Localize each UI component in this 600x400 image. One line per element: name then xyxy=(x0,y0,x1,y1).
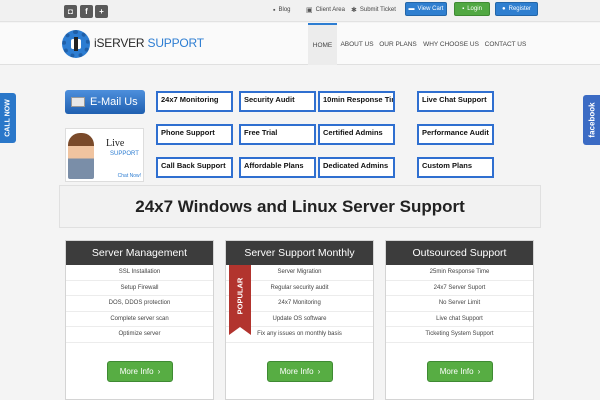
envelope-icon xyxy=(71,97,85,107)
logo-part1: iSERVER xyxy=(94,36,145,50)
lock-icon: ▪ xyxy=(462,6,465,12)
service-box: Call Back Support xyxy=(156,157,233,178)
service-box: 24x7 Monitoring xyxy=(156,91,233,112)
facebook-icon[interactable]: f xyxy=(80,5,93,18)
plan-features: SSL Installation Setup Firewall DOS, DDO… xyxy=(66,265,213,343)
facebook-tab[interactable]: facebook xyxy=(583,95,600,145)
login-button[interactable]: ▪ Login xyxy=(454,2,490,16)
plan-feature: Setup Firewall xyxy=(66,281,213,296)
plan-feature: Optimize server xyxy=(66,327,213,343)
blog-label: Blog xyxy=(278,7,291,13)
more-info-button[interactable]: More Info › xyxy=(427,361,493,382)
register-label: Register xyxy=(508,6,531,12)
blog-link[interactable]: ▪ Blog xyxy=(273,4,291,16)
logo-text[interactable]: iSERVER SUPPORT xyxy=(94,36,204,50)
plan-feature: 24x7 Server Suport xyxy=(386,281,533,296)
email-us-button[interactable]: E-Mail Us xyxy=(65,90,145,114)
more-info-label: More Info xyxy=(439,367,474,376)
plan-card-outsourced-support: Outsourced Support 25min Response Time 2… xyxy=(385,240,534,400)
plan-feature: DOS, DDOS protection xyxy=(66,296,213,312)
plan-title: Outsourced Support xyxy=(386,241,533,265)
plan-card-server-support-monthly: Server Support Monthly Server Migration … xyxy=(225,240,374,400)
service-box: Live Chat Support xyxy=(417,91,494,112)
plan-title: Server Support Monthly xyxy=(226,241,373,265)
popular-label: POPULAR xyxy=(235,277,245,315)
more-info-label: More Info xyxy=(279,367,314,376)
nav-contact-us[interactable]: CONTACT US xyxy=(483,23,528,65)
chat-now-link[interactable]: Chat Now! xyxy=(118,173,141,179)
more-info-button[interactable]: More Info › xyxy=(267,361,333,382)
chevron-right-icon: › xyxy=(477,367,481,376)
cart-icon: ▬ xyxy=(408,6,415,12)
plan-feature: Ticketing System Support xyxy=(386,327,533,343)
view-cart-label: View Cart xyxy=(417,6,444,12)
service-box: 10min Response Time xyxy=(318,91,395,112)
service-box: Free Trial xyxy=(239,124,316,145)
instagram-icon[interactable]: ◘ xyxy=(64,5,77,18)
live-support-banner[interactable]: Live SUPPORT Chat Now! xyxy=(65,128,144,182)
client-area-label: Client Area xyxy=(315,7,345,13)
client-area-link[interactable]: ▣ Client Area xyxy=(306,4,345,16)
service-box: Affordable Plans xyxy=(239,157,316,178)
header: iSERVER SUPPORT HOME ABOUT US OUR PLANS … xyxy=(0,23,600,65)
nav-home[interactable]: HOME xyxy=(308,23,337,65)
chevron-right-icon: › xyxy=(317,367,321,376)
plan-feature: SSL Installation xyxy=(66,265,213,281)
service-box: Security Audit xyxy=(239,91,316,112)
chevron-right-icon: › xyxy=(157,367,161,376)
title-box: 24x7 Windows and Linux Server Support xyxy=(59,185,541,228)
google-plus-icon[interactable]: + xyxy=(95,5,108,18)
email-us-label: E-Mail Us xyxy=(90,96,138,108)
service-box: Custom Plans xyxy=(417,157,494,178)
logo-part2: SUPPORT xyxy=(144,36,205,50)
live-title: Live xyxy=(106,138,125,149)
service-box: Dedicated Admins xyxy=(318,157,395,178)
service-box: Certified Admins xyxy=(318,124,395,145)
register-button[interactable]: ● Register xyxy=(495,2,538,16)
submit-ticket-label: Submit Ticket xyxy=(359,7,396,13)
facebook-label: facebook xyxy=(587,102,596,138)
popular-ribbon: POPULAR xyxy=(229,265,251,335)
call-now-tab[interactable]: CALL NOW xyxy=(0,93,16,143)
user-icon: ● xyxy=(502,6,506,12)
more-info-label: More Info xyxy=(119,367,154,376)
service-box: Phone Support xyxy=(156,124,233,145)
plan-features: 25min Response Time 24x7 Server Suport N… xyxy=(386,265,533,343)
logo-gear-icon[interactable] xyxy=(62,30,90,58)
login-label: Login xyxy=(467,6,482,12)
nav-why-choose-us[interactable]: WHY CHOOSE US xyxy=(421,23,481,65)
service-box: Performance Audit xyxy=(417,124,494,145)
plan-title: Server Management xyxy=(66,241,213,265)
call-now-label: CALL NOW xyxy=(4,99,12,137)
gear-icon: ✱ xyxy=(351,7,357,14)
page-title: 24x7 Windows and Linux Server Support xyxy=(135,196,465,216)
plan-feature: 25min Response Time xyxy=(386,265,533,281)
plan-feature: Live chat Support xyxy=(386,312,533,327)
monitor-icon: ▣ xyxy=(306,7,313,14)
plan-card-server-management: Server Management SSL Installation Setup… xyxy=(65,240,214,400)
nav-about-us[interactable]: ABOUT US xyxy=(338,23,376,65)
submit-ticket-link[interactable]: ✱ Submit Ticket xyxy=(351,4,396,16)
logo-bar xyxy=(74,37,78,51)
top-bar: ◘ f + ▪ Blog ▣ Client Area ✱ Submit Tick… xyxy=(0,0,600,22)
live-subtitle: SUPPORT xyxy=(110,151,139,157)
chat-icon: ▪ xyxy=(273,6,276,14)
plan-feature: No Server Limit xyxy=(386,296,533,312)
view-cart-button[interactable]: ▬ View Cart xyxy=(405,2,447,16)
support-agent-image xyxy=(68,133,94,179)
plan-feature: Complete server scan xyxy=(66,312,213,327)
nav-our-plans[interactable]: OUR PLANS xyxy=(378,23,418,65)
more-info-button[interactable]: More Info › xyxy=(107,361,173,382)
